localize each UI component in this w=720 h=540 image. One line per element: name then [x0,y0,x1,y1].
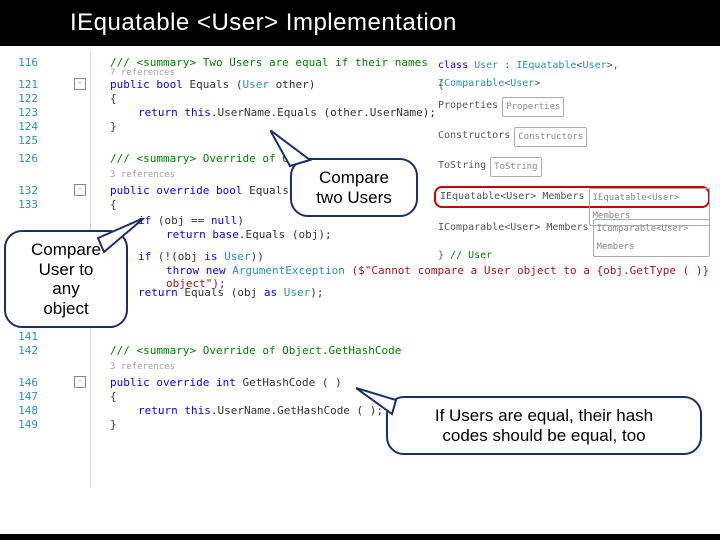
line-number: 147 [4,390,38,403]
code-line: /// <summary> Override of Object.GetHash… [110,344,716,357]
line-number: 123 [4,106,38,119]
line-number: 122 [4,92,38,105]
fold-icon[interactable]: - [74,78,86,90]
line-number: 124 [4,120,38,133]
outline-region-highlighted[interactable]: IEquatable<User> MembersIEquatable<User>… [434,186,710,208]
code-line: return Equals (obj as User); [110,286,716,299]
line-number: 125 [4,134,38,147]
outline-region[interactable]: ConstructorsConstructors [434,126,710,146]
line-number: 116 [4,56,38,69]
callout-tail-icon [270,130,330,170]
outline-region[interactable]: PropertiesProperties [434,96,710,116]
line-number: 149 [4,418,38,431]
outline-class: class User : IEquatable<User>, IComparab… [434,56,710,76]
line-number: 126 [4,152,38,165]
code-line: public override int GetHashCode ( ) [110,376,716,389]
slide-title: IEquatable <User> Implementation [0,0,720,46]
class-outline: class User : IEquatable<User>, IComparab… [434,56,710,266]
line-number: 141 [4,330,38,343]
line-number: 142 [4,344,38,357]
line-number: 132 [4,184,38,197]
line-number: 133 [4,198,38,211]
reference-count: 3 references [110,362,716,372]
callout-hash: If Users are equal, their hash codes sho… [386,396,702,455]
line-number: 121 [4,78,38,91]
callout-tail-icon [356,386,406,426]
fold-icon[interactable]: - [74,376,86,388]
fold-icon[interactable]: - [74,184,86,196]
code-line: } [110,316,716,329]
footer-bar [0,534,720,540]
line-number: 146 [4,376,38,389]
callout-tail-icon [94,218,154,258]
outline-region[interactable]: IComparable<User> MembersIComparable<Use… [434,218,710,238]
line-number: 148 [4,404,38,417]
outline-region[interactable]: ToStringToString [434,156,710,176]
